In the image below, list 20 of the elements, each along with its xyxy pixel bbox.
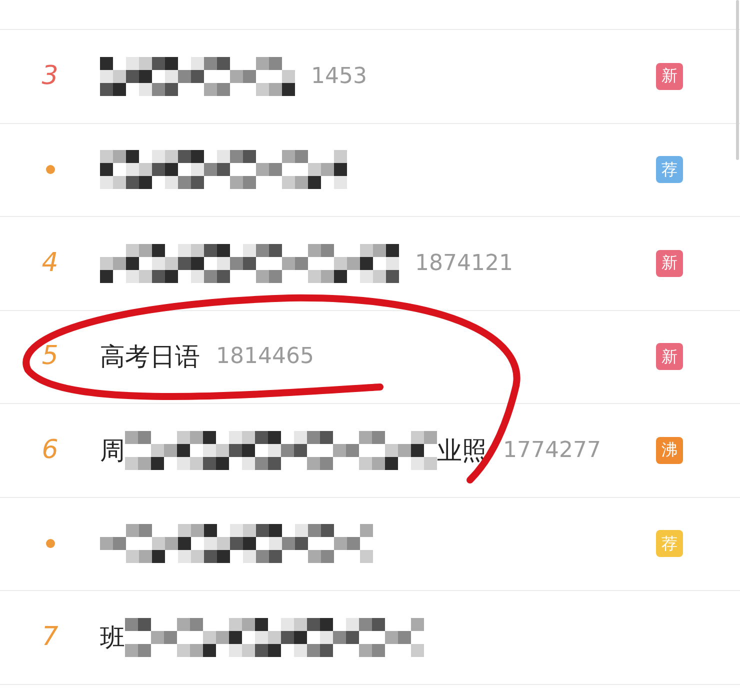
- topic-badge: 荐: [656, 530, 683, 558]
- topic-badge: 新: [656, 250, 683, 277]
- topic-title[interactable]: 高考日语: [100, 338, 200, 376]
- rank-number: 7: [42, 620, 58, 654]
- topic-title[interactable]: 周: [100, 432, 125, 469]
- heat-count: 1774277: [503, 436, 601, 465]
- topic-title[interactable]: 班: [100, 618, 125, 656]
- rank-number: 5: [42, 340, 58, 374]
- heat-count: 1874121: [415, 250, 513, 278]
- topic-badge: 沸: [656, 436, 683, 464]
- heat-count: 1814465: [216, 343, 314, 372]
- rank-number: 4: [42, 246, 58, 280]
- topic-badge: 新: [656, 343, 683, 370]
- topic-title[interactable]: 业照: [437, 432, 487, 469]
- topic-badge: 新: [656, 62, 683, 90]
- rank-number: 3: [42, 60, 58, 93]
- rank-number: 6: [42, 434, 58, 467]
- heat-count: 1453: [311, 62, 367, 91]
- scrollbar[interactable]: [736, 0, 739, 160]
- topic-badge: 荐: [656, 156, 683, 184]
